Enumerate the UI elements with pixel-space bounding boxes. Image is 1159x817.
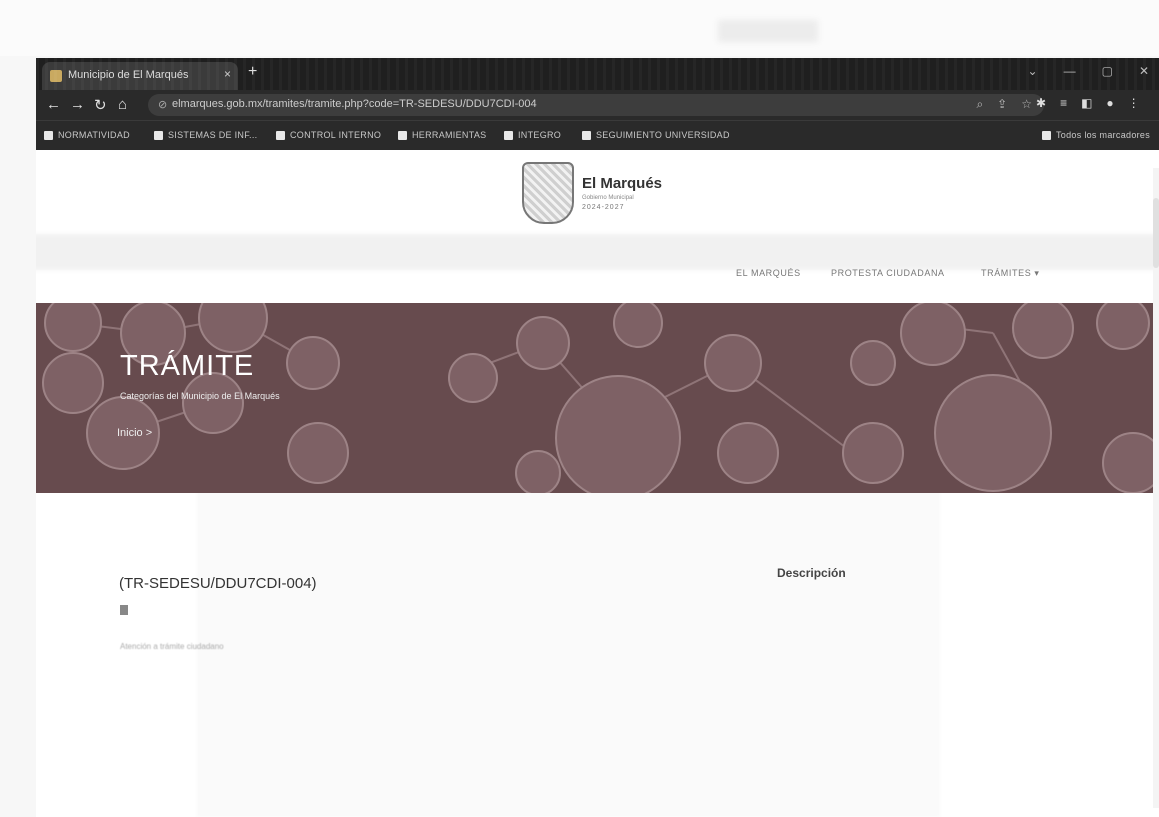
bookmark-item[interactable]: SEGUIMIENTO UNIVERSIDAD — [582, 130, 730, 140]
coat-of-arms-icon — [522, 162, 574, 224]
bookmark-label: NORMATIVIDAD — [58, 130, 130, 140]
profile-icon[interactable]: ● — [1106, 96, 1113, 110]
share-icon[interactable]: ⇪ — [997, 97, 1007, 112]
tab-search-icon[interactable]: ⌄ — [1028, 64, 1038, 78]
close-window-icon[interactable]: ✕ — [1139, 64, 1149, 78]
site-logo[interactable]: El Marqués Gobierno Municipal 2024-2027 — [522, 162, 662, 224]
bookmark-item[interactable]: HERRAMIENTAS — [398, 130, 486, 140]
folder-icon — [44, 130, 53, 140]
browser-toolbar: ← → ↻ ⌂ ⊘ elmarques.gob.mx/tramites/tram… — [36, 90, 1159, 120]
minimize-icon[interactable]: — — [1064, 64, 1076, 78]
site-info-icon[interactable]: ⊘ — [158, 98, 167, 111]
more-icon[interactable]: ⋮ — [1128, 96, 1140, 110]
extension-icon[interactable]: ✱ — [1036, 96, 1046, 110]
extension-icons: ✱ ≡ ◧ ● ⋮ — [1036, 96, 1140, 110]
scan-margin — [0, 0, 1159, 56]
new-tab-button[interactable]: + — [248, 63, 257, 81]
content-panel — [197, 460, 940, 817]
bookmark-item[interactable]: INTEGRO — [504, 130, 561, 140]
bookmark-star-icon[interactable]: ☆ — [1021, 97, 1032, 112]
procedure-code: (TR-SEDESU/DDU7CDI-004) — [119, 575, 317, 592]
bookmark-item[interactable]: NORMATIVIDAD — [44, 130, 130, 140]
browser-window: Municipio de El Marqués × + ⌄ — ▢ ✕ ← → … — [36, 58, 1159, 817]
tab-title: Municipio de El Marqués — [68, 69, 189, 81]
nav-tramites[interactable]: TRÁMITES ▾ — [981, 268, 1040, 279]
logo-subtitle: Gobierno Municipal — [582, 195, 634, 201]
menu-icon[interactable]: ≡ — [1060, 96, 1067, 110]
breadcrumb[interactable]: Inicio > — [117, 427, 152, 439]
bookmark-label: CONTROL INTERNO — [290, 130, 382, 140]
favicon-icon — [50, 70, 62, 82]
address-bar[interactable]: ⊘ elmarques.gob.mx/tramites/tramite.php?… — [148, 94, 1044, 116]
bookmark-label: HERRAMIENTAS — [412, 130, 487, 140]
folder-icon — [1042, 130, 1051, 140]
reload-icon[interactable]: ↻ — [94, 96, 107, 114]
folder-icon — [398, 130, 407, 140]
main-nav: EL MARQUÉS PROTESTA CIUDADANA TRÁMITES ▾ — [36, 268, 1159, 288]
header-band — [36, 234, 1159, 270]
hero-subtitle: Categorías del Municipio de El Marqués — [120, 391, 280, 401]
browser-tab[interactable]: Municipio de El Marqués × — [42, 62, 238, 90]
folder-icon — [582, 130, 591, 140]
scroll-thumb[interactable] — [1153, 198, 1159, 268]
description-heading: Descripción — [777, 566, 846, 580]
forward-arrow-icon[interactable]: → — [70, 96, 85, 113]
url-actions: ⌕ ⇪ ☆ — [976, 97, 1032, 112]
hero-banner: TRÁMITE Categorías del Municipio de El M… — [36, 303, 1159, 493]
nav-el-marques[interactable]: EL MARQUÉS — [736, 268, 801, 278]
window-controls: ⌄ — ▢ ✕ — [1028, 64, 1149, 78]
folder-icon — [504, 130, 513, 140]
maximize-icon[interactable]: ▢ — [1102, 64, 1113, 78]
tab-bar: Municipio de El Marqués × + ⌄ — ▢ ✕ — [36, 58, 1159, 90]
bookmark-item[interactable]: CONTROL INTERNO — [276, 130, 381, 140]
faint-text: Atención a trámite ciudadano — [120, 642, 224, 651]
web-page: El Marqués Gobierno Municipal 2024-2027 … — [36, 150, 1159, 817]
logo-years: 2024-2027 — [582, 204, 625, 211]
bookmark-label: SISTEMAS DE INF... — [168, 130, 258, 140]
sidepanel-icon[interactable]: ◧ — [1081, 96, 1092, 110]
scrollbar[interactable] — [1153, 168, 1159, 808]
bookmarks-bar: NORMATIVIDAD SISTEMAS DE INF... CONTROL … — [36, 120, 1159, 151]
document-icon — [120, 605, 128, 615]
bookmark-label: SEGUIMIENTO UNIVERSIDAD — [596, 130, 730, 140]
bookmark-label: Todos los marcadores — [1056, 130, 1151, 140]
nav-protesta-ciudadana[interactable]: PROTESTA CIUDADANA — [831, 268, 945, 278]
all-bookmarks[interactable]: Todos los marcadores — [1042, 130, 1150, 140]
scan-smudge — [718, 20, 818, 42]
home-icon[interactable]: ⌂ — [118, 96, 127, 113]
back-arrow-icon[interactable]: ← — [46, 96, 61, 113]
logo-name: El Marqués — [582, 175, 663, 192]
url-text: elmarques.gob.mx/tramites/tramite.php?co… — [172, 98, 537, 110]
bookmark-item[interactable]: SISTEMAS DE INF... — [154, 130, 257, 140]
hero-title: TRÁMITE — [120, 350, 255, 382]
close-tab-icon[interactable]: × — [224, 67, 231, 81]
zoom-icon[interactable]: ⌕ — [976, 97, 983, 112]
folder-icon — [154, 130, 163, 140]
bookmark-label: INTEGRO — [518, 130, 562, 140]
folder-icon — [276, 130, 285, 140]
